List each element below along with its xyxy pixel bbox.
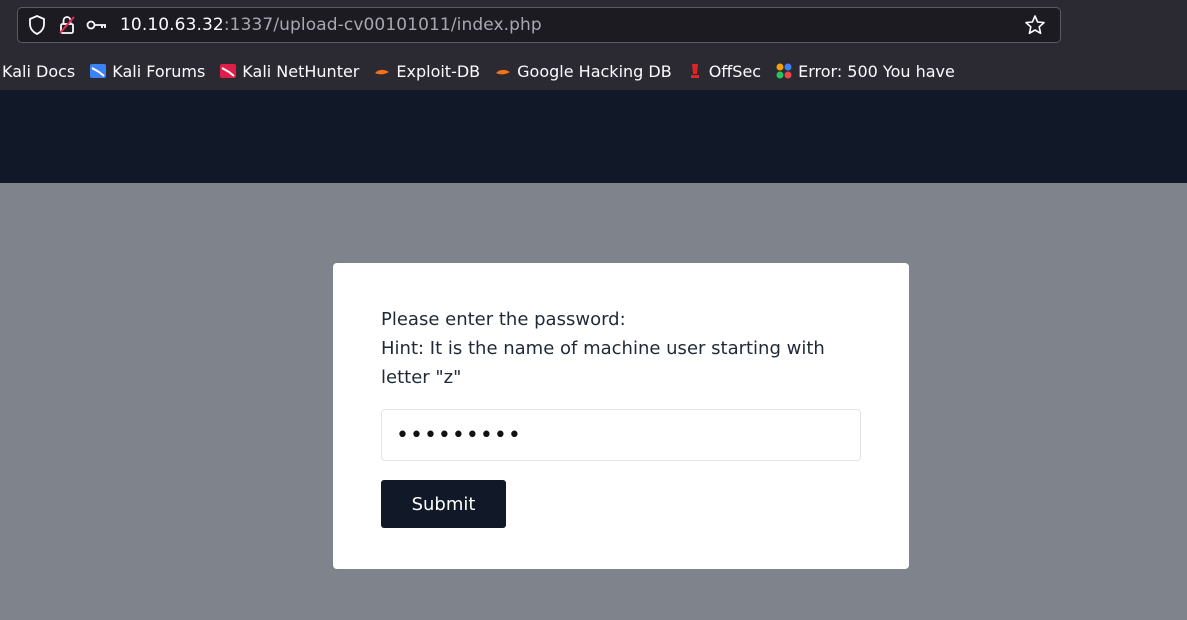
prompt-line: Please enter the password:: [381, 309, 626, 330]
submit-button[interactable]: Submit: [381, 480, 506, 528]
url-path: :1337/upload-cv00101011/index.php: [223, 15, 542, 35]
bookmark-label: Google Hacking DB: [517, 61, 672, 81]
bookmark-label: Kali Forums: [112, 61, 206, 81]
url-text[interactable]: 10.10.63.32:1337/upload-cv00101011/index…: [120, 15, 542, 35]
offsec-icon: [686, 62, 704, 80]
shield-icon[interactable]: [26, 14, 48, 36]
bookmark-google-hacking-db[interactable]: Google Hacking DB: [494, 62, 672, 81]
bookmarks-bar: Kali Docs Kali Forums Kali NetHunter Exp…: [0, 53, 1187, 89]
hint-text: Hint: It is the name of machine user sta…: [381, 338, 825, 388]
joomla-icon: [775, 62, 793, 80]
insecure-lock-icon[interactable]: [56, 14, 78, 36]
bookmark-label: OffSec: [708, 61, 762, 81]
bookmark-error-500[interactable]: Error: 500 You have: [775, 62, 955, 81]
bookmark-exploit-db[interactable]: Exploit-DB: [373, 62, 480, 81]
bookmark-star-icon[interactable]: [1024, 14, 1046, 36]
kali-forums-icon: [89, 62, 107, 80]
ghdb-icon: [494, 62, 512, 80]
password-prompt: Please enter the password: Hint: It is t…: [381, 305, 861, 392]
key-icon[interactable]: [86, 14, 108, 36]
password-input[interactable]: [381, 409, 861, 461]
bookmark-label: Exploit-DB: [396, 61, 481, 81]
bookmark-label: Error: 500 You have: [798, 61, 955, 81]
bookmark-offsec[interactable]: OffSec: [686, 62, 761, 81]
bookmark-kali-docs[interactable]: Kali Docs: [2, 62, 75, 81]
bookmark-label: Kali Docs: [2, 61, 76, 81]
url-bar[interactable]: 10.10.63.32:1337/upload-cv00101011/index…: [17, 7, 1061, 43]
url-host: 10.10.63.32: [120, 15, 224, 35]
bookmark-kali-nethunter[interactable]: Kali NetHunter: [219, 62, 359, 81]
password-card: Please enter the password: Hint: It is t…: [333, 263, 909, 569]
site-header: [0, 90, 1187, 183]
bookmark-kali-forums[interactable]: Kali Forums: [89, 62, 205, 81]
browser-chrome: 10.10.63.32:1337/upload-cv00101011/index…: [0, 0, 1187, 90]
bookmark-label: Kali NetHunter: [242, 61, 360, 81]
exploit-db-icon: [373, 62, 391, 80]
kali-nethunter-icon: [219, 62, 237, 80]
